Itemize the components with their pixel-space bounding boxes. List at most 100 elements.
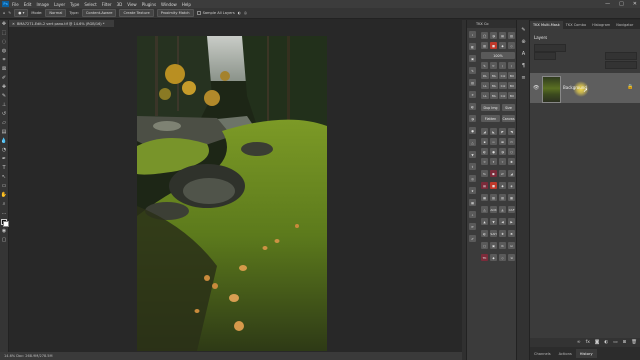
proximity-match-button[interactable]: Proximity Match xyxy=(156,9,194,17)
tk-icon-n16[interactable]: ◇ xyxy=(499,254,506,261)
tk-icon-n9[interactable]: ✖ xyxy=(508,230,515,237)
tk-zoom-value[interactable]: 100% xyxy=(481,52,515,59)
tk-icon-n7[interactable]: ◐ xyxy=(481,230,488,237)
tk-icon-m22[interactable]: ■ xyxy=(490,182,497,189)
tk-btn-f[interactable]: ◆ xyxy=(499,42,506,49)
menu-3d[interactable]: 3D xyxy=(117,2,123,7)
tk-icon-m2[interactable]: ◣ xyxy=(490,128,497,135)
clone-source-icon[interactable]: ⊕ xyxy=(520,38,527,45)
tk-icon-m17[interactable]: ⇆ xyxy=(481,170,488,177)
tk-save-icon[interactable]: ▼ xyxy=(469,151,476,158)
content-aware-button[interactable]: Content-Aware xyxy=(81,9,117,17)
tk-icon-m10[interactable]: ● xyxy=(490,148,497,155)
tk-icon-m5[interactable]: ▪ xyxy=(481,138,488,145)
tk-label-2-3[interactable]: Col xyxy=(499,82,507,89)
screen-mode-icon[interactable]: ▢ xyxy=(1,237,7,243)
angle-icon[interactable]: ◐ xyxy=(238,11,241,15)
tk-label-3-2[interactable]: ML xyxy=(490,92,498,99)
menu-plugins[interactable]: Plugins xyxy=(142,2,156,7)
tk-icon-m1[interactable]: ◢ xyxy=(481,128,488,135)
tk-btn-i[interactable]: ✏ xyxy=(490,62,497,69)
tk-crop-icon[interactable]: ⌗ xyxy=(469,211,476,218)
path-select-tool-icon[interactable]: ↖ xyxy=(1,174,7,180)
tk-icon-m4[interactable]: ◥ xyxy=(508,128,515,135)
tk-canvas-button[interactable]: Canvas xyxy=(502,115,515,122)
pen-tool-icon[interactable]: ✒ xyxy=(1,156,7,162)
tk-icon-n13[interactable]: ⊡ xyxy=(508,242,515,249)
fill-field[interactable] xyxy=(605,61,637,69)
tk-icon-m6[interactable]: ▫ xyxy=(490,138,497,145)
tk-icon-m8[interactable]: ▭ xyxy=(508,138,515,145)
layer-thumbnail[interactable] xyxy=(542,76,561,103)
tk-web-icon[interactable]: ◎ xyxy=(469,175,476,182)
tk-icon-n3[interactable]: ▲ xyxy=(481,218,488,225)
tk-icon-m25[interactable]: ▦ xyxy=(481,194,488,201)
type-tool-icon[interactable]: T xyxy=(1,165,7,171)
tk-layer-icon[interactable]: ▥ xyxy=(469,79,476,86)
tk-label-2-4[interactable]: BU xyxy=(508,82,516,89)
tab-actions[interactable]: Actions xyxy=(555,349,576,358)
close-button[interactable]: ✕ xyxy=(633,1,637,7)
tk-icon-n14[interactable]: TK xyxy=(481,254,488,261)
tk-icon-m24[interactable]: ◈ xyxy=(508,182,515,189)
blur-tool-icon[interactable]: 💧 xyxy=(1,138,7,144)
tk-icon-m18[interactable]: ◼ xyxy=(490,170,497,177)
tab-history[interactable]: History xyxy=(575,349,597,358)
paragraph-icon[interactable]: A xyxy=(520,50,527,57)
tk-icon-n6[interactable]: ▶ xyxy=(508,218,515,225)
zoom-tool-icon[interactable]: ⌕ xyxy=(1,201,7,207)
tk-brush2-icon[interactable]: ✐ xyxy=(469,235,476,242)
tk-grid-icon[interactable]: ▦ xyxy=(469,199,476,206)
properties-icon[interactable]: ≡ xyxy=(520,74,527,81)
tk-btn-e[interactable]: ▨ xyxy=(481,42,488,49)
tk-size-button[interactable]: Size xyxy=(502,104,515,111)
tab-navigator[interactable]: Navigator xyxy=(613,21,636,29)
tk-icon-n11[interactable]: ▣ xyxy=(490,242,497,249)
tk-icon-n5[interactable]: ◀ xyxy=(499,218,506,225)
tk-star-icon[interactable]: ★ xyxy=(469,187,476,194)
tk-icon-n15[interactable]: ◆ xyxy=(490,254,497,261)
tk-icon-n10[interactable]: ▢ xyxy=(481,242,488,249)
history-brush-tool-icon[interactable]: ↺ xyxy=(1,111,7,117)
shape-tool-icon[interactable]: ▭ xyxy=(1,183,7,189)
tk-btn-k[interactable]: \ xyxy=(508,62,515,69)
tk-burn-icon[interactable]: ● xyxy=(469,127,476,134)
tk-icon-m15[interactable]: ✧ xyxy=(499,158,506,165)
tk-brush-icon[interactable]: ✎ xyxy=(469,67,476,74)
tab-tkx-multi-mask[interactable]: TKX Multi-Mask xyxy=(530,21,563,29)
delete-layer-icon[interactable]: 🗑 xyxy=(631,340,637,345)
tk-icon-m14[interactable]: ✦ xyxy=(490,158,497,165)
tk-icon-m3[interactable]: ◤ xyxy=(499,128,506,135)
lock-icon[interactable]: 🔒 xyxy=(627,84,633,90)
tk-sharpen-icon[interactable]: △ xyxy=(469,139,476,146)
tk-btn-g[interactable]: ◇ xyxy=(508,42,515,49)
eraser-tool-icon[interactable]: ▱ xyxy=(1,120,7,126)
eyedropper-tool-icon[interactable]: ✐ xyxy=(1,75,7,81)
frame-tool-icon[interactable]: ⊠ xyxy=(1,66,7,72)
tk-mask-icon[interactable]: ◧ xyxy=(469,43,476,50)
home-icon[interactable]: ⌂ xyxy=(3,11,5,15)
tk-sah-button[interactable]: SAH xyxy=(490,230,497,237)
tk-icon-n17[interactable]: ⇲ xyxy=(508,254,515,261)
link-layers-icon[interactable]: ∞ xyxy=(577,340,581,345)
tk-label-3-1[interactable]: LL xyxy=(481,92,489,99)
fx-icon[interactable]: fx xyxy=(586,340,590,345)
menu-select[interactable]: Select xyxy=(84,2,96,7)
spot-healing-brush-icon[interactable]: ✎ xyxy=(8,11,11,15)
tk-select-icon[interactable]: ▣ xyxy=(469,55,476,62)
layer-row-background[interactable]: 👁 Background ➚ 🔒 xyxy=(530,73,640,103)
tk-icon-m19[interactable]: ⇄ xyxy=(499,170,506,177)
tk-icon-m21[interactable]: ▤ xyxy=(481,182,488,189)
tk-btn-c[interactable]: ▤ xyxy=(499,32,506,39)
tk-label-1-3[interactable]: Col xyxy=(499,72,507,79)
menu-filter[interactable]: Filter xyxy=(102,2,112,7)
layer-filter-kind[interactable] xyxy=(534,44,566,52)
tk-label-2-1[interactable]: LL xyxy=(481,82,489,89)
crop-tool-icon[interactable]: ⌗ xyxy=(1,57,7,63)
lasso-tool-icon[interactable]: ◌ xyxy=(1,39,7,45)
brush-tool-icon[interactable]: ✎ xyxy=(1,93,7,99)
tk-label-3-3[interactable]: Col xyxy=(499,92,507,99)
quick-select-tool-icon[interactable]: ◍ xyxy=(1,48,7,54)
tk-dup-img-button[interactable]: Dup Img xyxy=(481,104,500,111)
adjustment-layer-icon[interactable]: ◐ xyxy=(604,340,608,345)
